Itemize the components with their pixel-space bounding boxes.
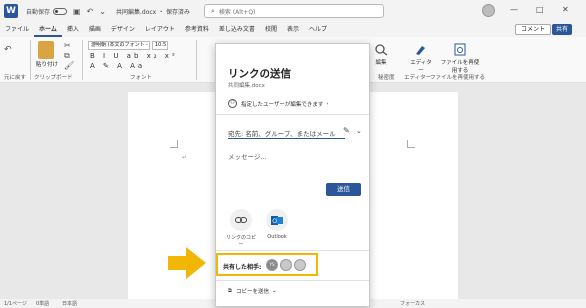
copy-icon[interactable]: ⧉ xyxy=(64,51,70,61)
people-icon: ⚇ xyxy=(228,99,237,108)
tab-insert[interactable]: 挿入 xyxy=(62,22,84,37)
clipboard-group-label: クリップボード xyxy=(34,75,73,81)
divider xyxy=(216,280,369,281)
tab-review[interactable]: 校閲 xyxy=(260,22,282,37)
format-painter-icon[interactable]: 🖌 xyxy=(64,61,74,70)
tab-draw[interactable]: 描画 xyxy=(84,22,106,37)
divider xyxy=(216,114,369,115)
outlook-icon: O xyxy=(266,209,288,231)
editor-group-label: エディター xyxy=(404,75,432,81)
message-input[interactable]: メッセージ... xyxy=(228,151,267,161)
ribbon-divider xyxy=(30,40,31,80)
share-button[interactable]: 共有 xyxy=(552,24,573,35)
undo-icon[interactable]: ↶ xyxy=(87,7,94,16)
tab-help[interactable]: ヘルプ xyxy=(304,22,332,37)
editing-label: 編集 xyxy=(375,60,387,66)
font-size-select[interactable]: 10.5 xyxy=(152,41,168,50)
tab-home[interactable]: ホーム xyxy=(34,22,62,37)
copy-link-label: リンクのコピー xyxy=(226,235,257,248)
font-style-row[interactable]: B I U ab x₂ x² xyxy=(90,52,178,60)
minimize-icon[interactable]: — xyxy=(510,5,518,14)
status-language: 日本語 xyxy=(62,301,78,307)
link-permission-setting[interactable]: ⚇ 指定したユーザーが編集できます › xyxy=(228,99,329,108)
tab-mailings[interactable]: 差し込み文書 xyxy=(214,22,260,37)
highlight-arrow-icon xyxy=(168,247,206,279)
shared-with-section[interactable]: 共有した相手: YS xyxy=(216,253,318,276)
shared-with-label: 共有した相手: xyxy=(223,264,262,271)
font-effects-row[interactable]: A ✎ A Aa xyxy=(90,62,145,70)
chevron-down-icon: ⌄ xyxy=(271,288,277,294)
tab-references[interactable]: 参考資料 xyxy=(180,22,214,37)
shared-user-avatar[interactable] xyxy=(280,259,292,271)
tab-file[interactable]: ファイル xyxy=(0,22,34,37)
outlook-option[interactable]: O Outlook xyxy=(262,209,292,240)
send-button[interactable]: 送信 xyxy=(326,183,361,196)
link-icon xyxy=(230,209,252,231)
document-title[interactable]: 共同編集.docx ・ 保存済み xyxy=(116,7,190,16)
status-page: 1/1ページ xyxy=(4,301,27,307)
font-group-label: フォント xyxy=(130,75,153,81)
cut-icon[interactable]: ✂ xyxy=(64,41,71,50)
dialog-title: リンクの送信 xyxy=(228,68,291,80)
word-logo-icon: W xyxy=(4,4,18,18)
shared-user-avatar[interactable] xyxy=(294,259,306,271)
chevron-down-icon[interactable]: ⌄ xyxy=(99,7,106,16)
ribbon-tabs: ファイル ホーム 挿入 描画 デザイン レイアウト 参考資料 差し込み文書 校閲… xyxy=(0,22,586,37)
sensitivity-group-label: 秘密度 xyxy=(378,75,395,81)
outlook-label: Outlook xyxy=(267,234,287,240)
send-copy-option[interactable]: ⧉ コピーを送信 ⌄ xyxy=(228,287,277,296)
ribbon-divider xyxy=(196,40,197,80)
recipient-underline xyxy=(228,138,345,139)
comment-button[interactable]: コメント xyxy=(515,24,552,35)
tab-layout[interactable]: レイアウト xyxy=(140,22,180,37)
status-focus[interactable]: フォーカス xyxy=(400,300,425,307)
maximize-icon[interactable]: □ xyxy=(536,5,544,14)
comment-button-label: コメント xyxy=(521,26,546,33)
paste-icon[interactable] xyxy=(38,41,54,59)
autosave-label: 自動保存 xyxy=(26,8,51,16)
status-words: 0単語 xyxy=(36,301,50,307)
find-icon xyxy=(374,43,388,56)
send-button-label: 送信 xyxy=(337,185,350,193)
permission-label: 指定したユーザーが編集できます xyxy=(241,101,324,108)
search-input[interactable]: ⌕ 検索 (Alt+Q) xyxy=(204,4,384,18)
reuse-file-button[interactable]: ファイルを再使用する xyxy=(440,43,480,74)
margin-mark xyxy=(407,140,415,148)
reuse-file-icon xyxy=(453,43,467,56)
undo-icon[interactable]: ↶ xyxy=(4,45,12,55)
svg-text:O: O xyxy=(272,218,277,225)
margin-mark xyxy=(170,140,178,148)
send-link-dialog: リンクの送信 共同編集.docx ⚇ 指定したユーザーが編集できます › 宛先:… xyxy=(215,43,370,307)
save-icon[interactable]: ▣ xyxy=(73,7,81,16)
ribbon-divider xyxy=(82,40,83,80)
copy-link-option[interactable]: リンクのコピー xyxy=(226,209,256,248)
user-avatar[interactable] xyxy=(482,4,495,17)
reuse-group-label: ファイルを再使用する xyxy=(430,75,486,81)
shared-user-avatar[interactable]: YS xyxy=(266,259,278,271)
tab-view[interactable]: 表示 xyxy=(282,22,304,37)
editor-icon xyxy=(414,43,428,56)
chevron-right-icon: › xyxy=(326,100,329,107)
search-icon: ⌕ xyxy=(211,6,215,15)
share-button-label: 共有 xyxy=(556,26,569,33)
font-name-select[interactable]: 游明朝 (本文のフォント - 日本語) xyxy=(88,41,150,50)
undo-group-label: 元に戻す xyxy=(4,75,27,81)
close-icon[interactable]: ✕ xyxy=(562,5,569,14)
autosave-toggle[interactable] xyxy=(53,7,68,15)
chevron-down-icon[interactable]: ⌄ xyxy=(356,127,362,135)
paragraph-mark: ↵ xyxy=(182,154,188,161)
search-placeholder: 検索 (Alt+Q) xyxy=(218,8,256,16)
tab-design[interactable]: デザイン xyxy=(106,22,140,37)
paste-label: 貼り付け xyxy=(36,62,59,68)
divider xyxy=(216,250,369,251)
dialog-filename: 共同編集.docx xyxy=(228,83,265,89)
editor-label: エディター xyxy=(410,60,432,74)
reuse-file-label: ファイルを再使用する xyxy=(440,60,480,74)
send-copy-label: コピーを送信 xyxy=(235,289,269,295)
editor-button[interactable]: エディター xyxy=(408,43,434,74)
editing-button[interactable]: 編集 xyxy=(374,43,388,66)
pencil-icon[interactable]: ✎ xyxy=(343,126,350,135)
recipient-input[interactable]: 宛先: 名前、グループ、またはメール xyxy=(228,128,336,138)
copy-icon: ⧉ xyxy=(228,287,232,294)
